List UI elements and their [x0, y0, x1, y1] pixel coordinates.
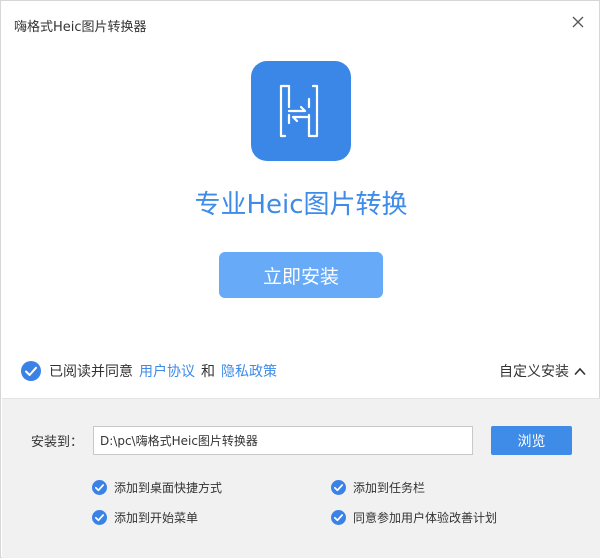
- browse-button[interactable]: 浏览: [491, 426, 572, 455]
- agreement-checkbox[interactable]: [21, 361, 41, 381]
- checkbox-icon[interactable]: [331, 480, 346, 495]
- option-ux-program[interactable]: 同意参加用户体验改善计划: [331, 509, 497, 526]
- option-label: 同意参加用户体验改善计划: [353, 511, 498, 525]
- option-label: 添加到任务栏: [353, 481, 426, 495]
- install-path-label: 安装到：: [31, 435, 84, 450]
- checkbox-icon[interactable]: [92, 510, 107, 525]
- install-now-button[interactable]: 立即安装: [219, 252, 383, 298]
- checkbox-icon[interactable]: [92, 480, 107, 495]
- privacy-policy-link[interactable]: 隐私政策: [221, 361, 277, 381]
- option-label: 添加到桌面快捷方式: [114, 481, 223, 495]
- option-desktop-shortcut[interactable]: 添加到桌面快捷方式: [92, 479, 222, 496]
- option-taskbar[interactable]: 添加到任务栏: [331, 479, 425, 496]
- installer-window: 嗨格式Heic图片转换器 专业Heic图片转换 立即安装 已阅读并同意 用户协议…: [0, 0, 600, 558]
- user-agreement-link[interactable]: 用户协议: [139, 361, 195, 381]
- install-path-input[interactable]: [93, 426, 473, 455]
- option-start-menu[interactable]: 添加到开始菜单: [92, 509, 198, 526]
- custom-install-label: 自定义安装: [499, 364, 569, 380]
- heic-logo-icon: [251, 61, 351, 161]
- checkbox-icon[interactable]: [331, 510, 346, 525]
- custom-install-toggle[interactable]: 自定义安装: [499, 361, 586, 381]
- window-title: 嗨格式Heic图片转换器: [14, 20, 147, 35]
- chevron-up-icon: [574, 367, 586, 375]
- product-tagline: 专业Heic图片转换: [194, 190, 408, 220]
- agreement-and: 和: [201, 364, 215, 380]
- agreement-prefix: 已阅读并同意: [49, 364, 133, 380]
- close-icon[interactable]: [569, 13, 587, 31]
- install-options-panel: 安装到： 浏览 添加到桌面快捷方式 添加到任务栏 添加到开始菜单 同意参: [2, 398, 600, 558]
- option-label: 添加到开始菜单: [114, 511, 199, 525]
- agreement-row: 已阅读并同意 用户协议 和 隐私政策: [21, 361, 277, 381]
